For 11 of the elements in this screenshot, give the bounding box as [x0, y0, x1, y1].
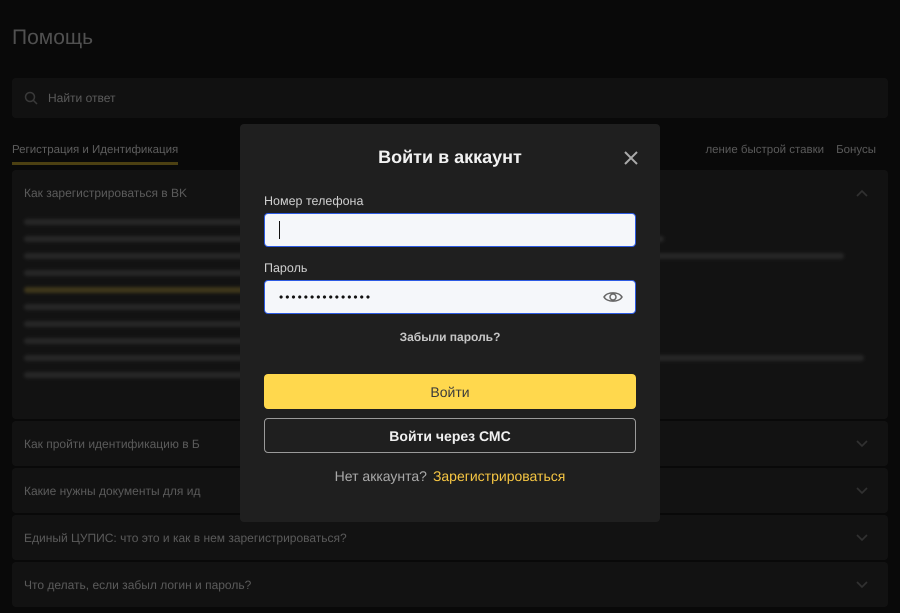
question-text: Какие нужны документы для ид [24, 484, 200, 498]
field-label: Номер телефона [264, 194, 364, 208]
field-label: Пароль [264, 261, 308, 275]
search-placeholder: Найти ответ [48, 91, 116, 105]
page-title: Помощь [12, 26, 94, 51]
signup-prompt: Нет аккаунта? [334, 468, 427, 484]
question-text: Как пройти идентификацию в Б [24, 436, 200, 450]
dialog-title: Войти в аккаунт [378, 146, 522, 168]
question-text: Единый ЦУПИС: что это и как в нем зарегистрироваться? [24, 530, 347, 544]
question-text: Как зарегистрироваться в BK [24, 186, 188, 200]
question-text: Что делать, если забыл логин и пароль? [24, 578, 252, 592]
